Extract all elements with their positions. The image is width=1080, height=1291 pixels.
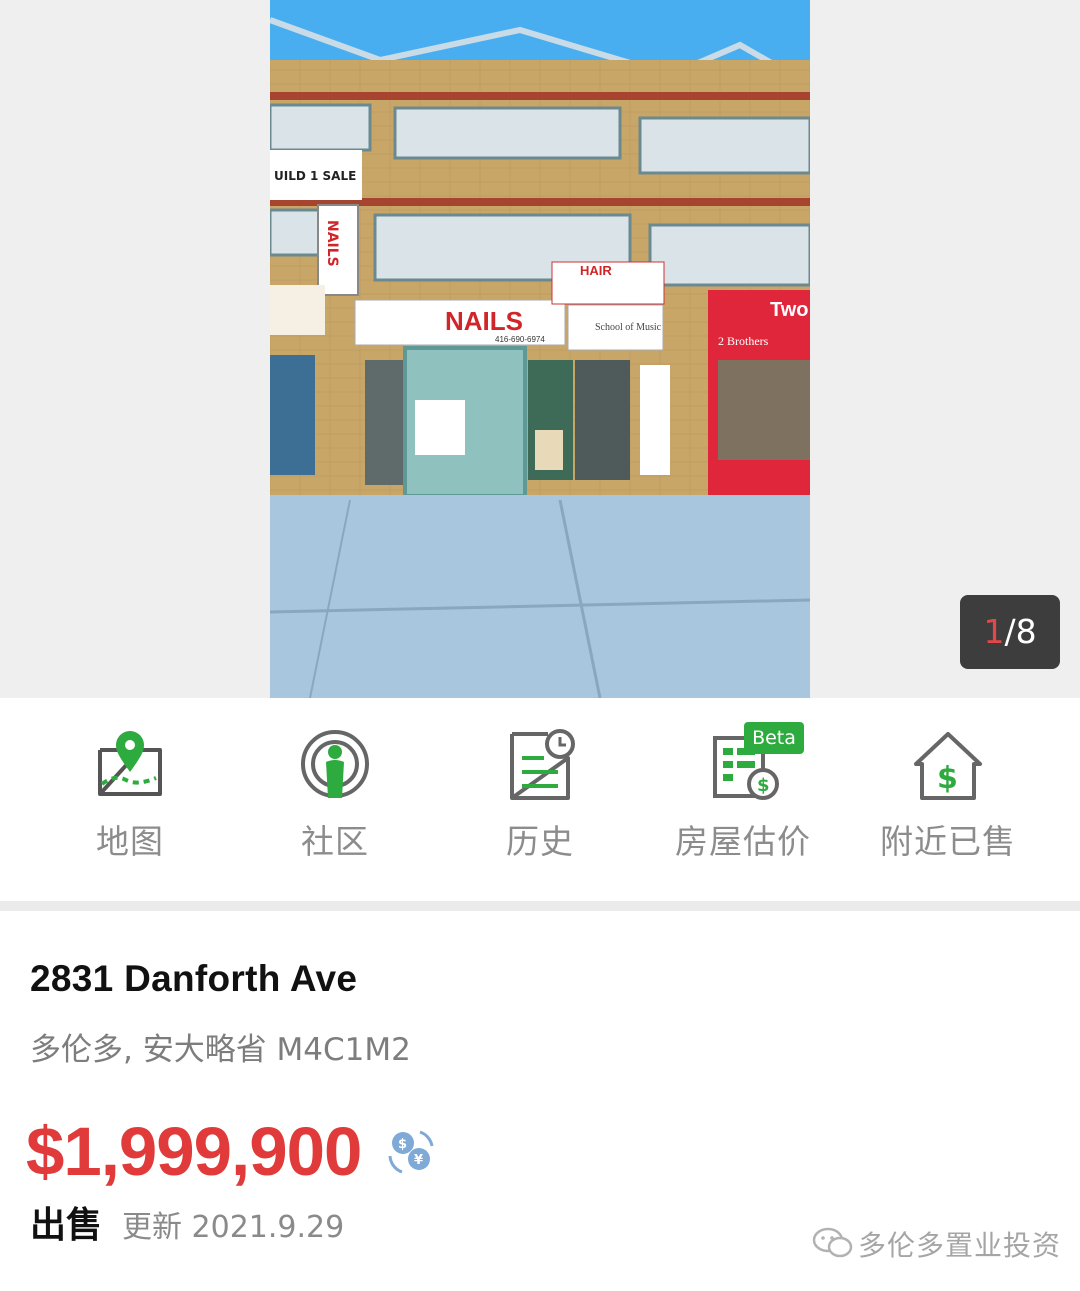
storefront-photo-illustration: UILD 1 SALE NAILS NAILS 416-690-6974 HAI…	[270, 0, 810, 698]
svg-text:$: $	[757, 775, 770, 796]
sign-hair: HAIR	[580, 263, 612, 278]
sign-music: School of Music	[595, 322, 662, 333]
wechat-icon	[812, 1225, 854, 1261]
listing-address: 2831 Danforth Ave	[30, 958, 358, 999]
action-bar: 地图 社区 历史 $ 房屋估价 $ 附近已售	[0, 698, 1080, 901]
watermark-text: 多伦多置业投资	[858, 1229, 1062, 1262]
action-map-label: 地图	[96, 822, 164, 861]
svg-text:¥: ¥	[414, 1153, 423, 1168]
action-community-label: 社区	[301, 822, 369, 861]
listing-price: $1,999,900	[26, 1113, 362, 1190]
svg-text:$: $	[398, 1137, 407, 1152]
currency-convert-icon[interactable]: $ ¥	[386, 1126, 436, 1176]
listing-city-line: 多伦多, 安大略省 M4C1M2	[30, 1032, 411, 1068]
action-community[interactable]: 社区	[250, 728, 420, 878]
sign-nails: NAILS	[445, 306, 523, 336]
action-history[interactable]: 历史	[455, 728, 625, 878]
section-divider	[0, 901, 1080, 911]
sign-two-brothers: 2 Brothers	[718, 334, 769, 348]
sign-nails-vertical: NAILS	[324, 220, 340, 267]
map-pin-icon	[82, 728, 178, 814]
sign-build-sale: UILD 1 SALE	[274, 169, 356, 183]
listing-photo[interactable]: UILD 1 SALE NAILS NAILS 416-690-6974 HAI…	[270, 0, 810, 698]
history-icon	[492, 728, 588, 814]
action-nearby-sold-label: 附近已售	[880, 822, 1016, 861]
sign-two: Two	[770, 299, 809, 321]
photo-counter: 1/8	[960, 595, 1060, 669]
community-icon	[287, 728, 383, 814]
action-valuation-label: 房屋估价	[675, 822, 811, 861]
sign-nails-phone: 416-690-6974	[495, 335, 545, 344]
photo-counter-current: 1	[983, 612, 1005, 651]
svg-text:$: $	[937, 761, 958, 796]
action-history-label: 历史	[506, 822, 574, 861]
photo-counter-separator: /	[1004, 612, 1016, 651]
action-nearby-sold[interactable]: $ 附近已售	[863, 728, 1033, 878]
listing-status: 出售	[30, 1205, 103, 1246]
listing-updated: 更新 2021.9.29	[122, 1210, 345, 1245]
action-map[interactable]: 地图	[45, 728, 215, 878]
beta-badge: Beta	[744, 722, 804, 754]
nearby-sold-icon: $	[900, 728, 996, 814]
photo-gallery[interactable]: UILD 1 SALE NAILS NAILS 416-690-6974 HAI…	[0, 0, 1080, 698]
photo-counter-total: 8	[1015, 612, 1037, 651]
